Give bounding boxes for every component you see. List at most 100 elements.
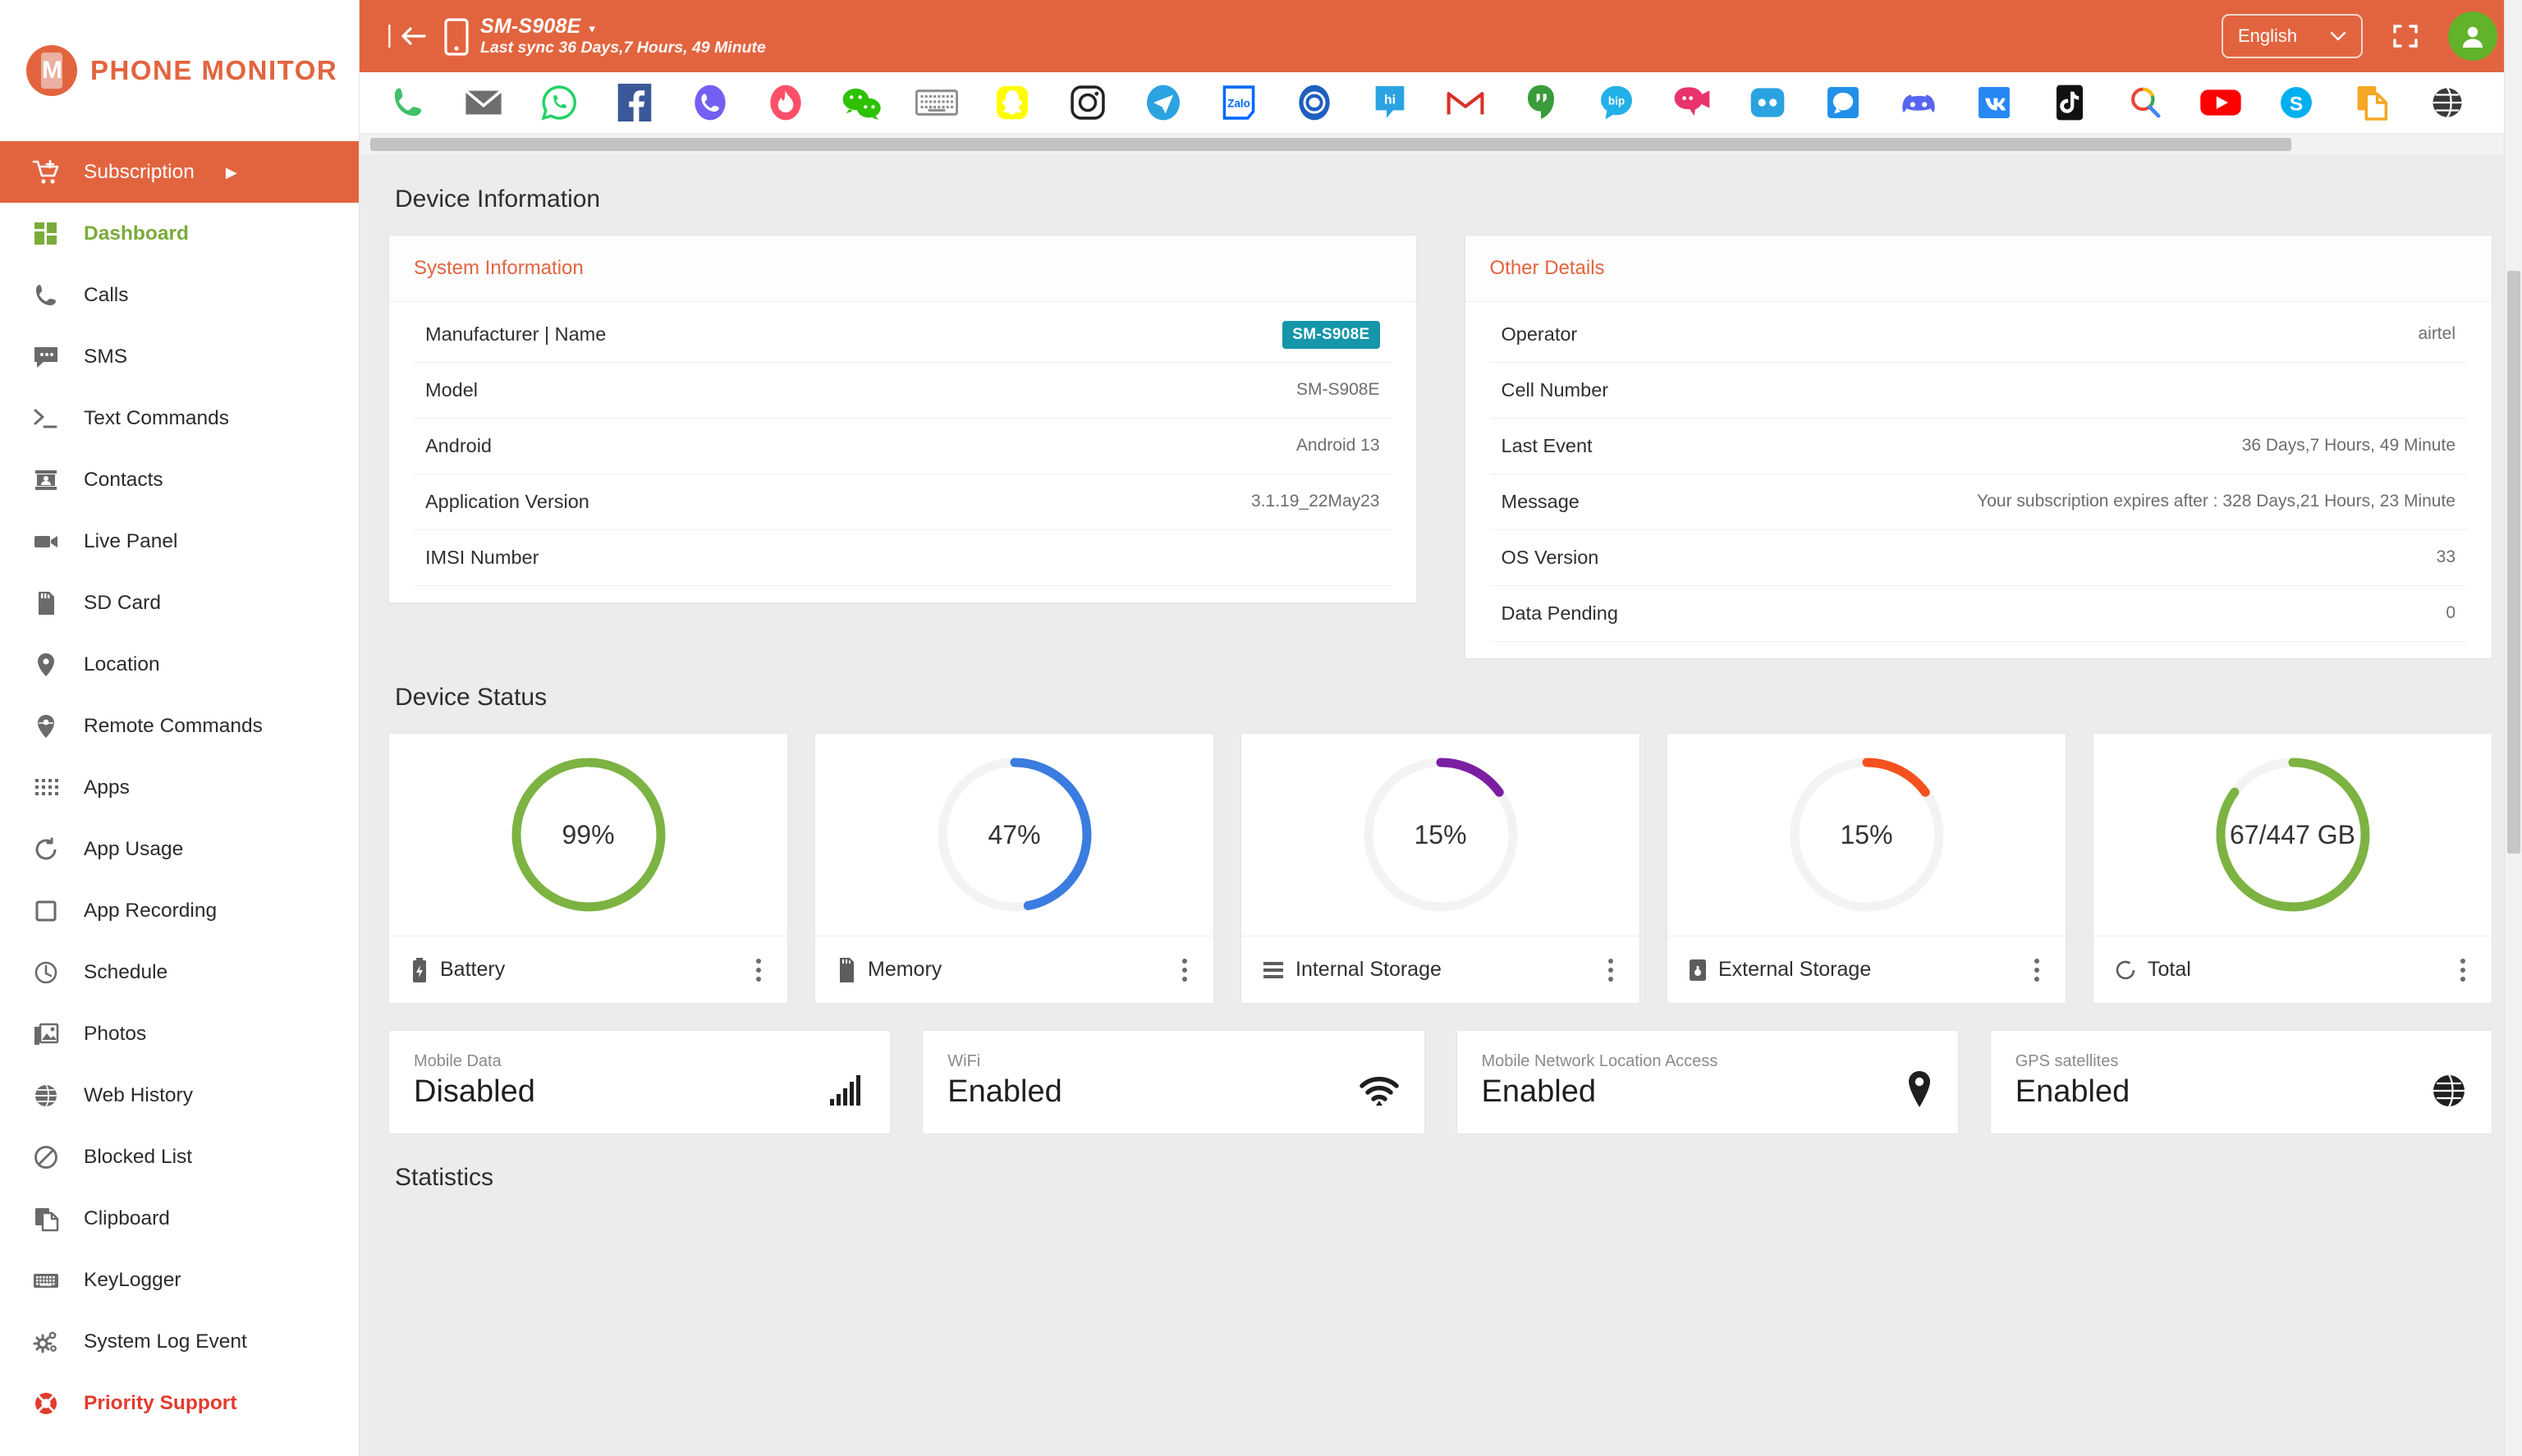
sidebar-item-photos[interactable]: Photos [0,1003,359,1065]
hangouts-app-icon[interactable] [1503,72,1579,133]
sidebar-item-live-panel[interactable]: Live Panel [0,511,359,572]
phone-device-icon [444,18,469,56]
other-details-card-header: Other Details [1465,236,2492,302]
status-card-footer: Internal Storage [1241,936,1639,1003]
status-card-footer: Total [2093,936,2492,1003]
fullscreen-icon[interactable] [2391,21,2420,51]
file-copy-app-icon[interactable] [2334,72,2410,133]
language-select[interactable]: English [2222,14,2363,58]
toggle-card-value: Enabled [2015,1074,2130,1109]
keyboard-app-icon[interactable] [899,72,974,133]
donut-chart-area: 47% [815,734,1213,936]
discord-app-icon[interactable] [1881,72,1956,133]
app-strip-scrollbar[interactable] [359,133,2522,154]
email-app-icon[interactable] [446,72,521,133]
sidebar-item-sms[interactable]: SMS [0,326,359,387]
info-row-key: Manufacturer | Name [425,323,607,345]
toggle-card-value: Disabled [414,1074,535,1109]
device-selector[interactable]: SM-S908E ▾ Last sync 36 Days,7 Hours, 49 … [444,15,766,57]
map-pin-icon [1905,1069,1933,1109]
sidebar-item-text-commands[interactable]: Text Commands [0,387,359,449]
info-row-value: 0 [2446,603,2456,623]
collapse-sidebar-icon[interactable] [378,21,444,51]
clock-icon [28,956,64,989]
other-details-card: Other Details Operator airtel Cell Number L… [1464,235,2492,659]
toggle-card-mobile-network-location-access: Mobile Network Location Access Enabled [1456,1030,1959,1134]
sidebar-item-app-recording[interactable]: App Recording [0,880,359,941]
google-search-app-icon[interactable] [2107,72,2183,133]
browser-app-icon[interactable] [2410,72,2485,133]
gmail-app-icon[interactable] [1428,72,1503,133]
toggle-card-mobile-data: Mobile Data Disabled [388,1030,892,1134]
sidebar-item-web-history[interactable]: Web History [0,1065,359,1126]
sidebar-item-contacts[interactable]: Contacts [0,449,359,511]
video-camera-icon [28,525,64,558]
instagram-app-icon[interactable] [1050,72,1126,133]
sidebar-item-system-log-event[interactable]: System Log Event [0,1311,359,1372]
page-vertical-scroll-thumb[interactable] [2507,271,2520,854]
info-row-key: Data Pending [1501,602,1618,624]
signal-app-icon[interactable] [1805,72,1881,133]
sidebar-item-app-usage[interactable]: App Usage [0,818,359,880]
snapchat-app-icon[interactable] [974,72,1050,133]
camfrog-app-icon[interactable] [1654,72,1730,133]
odnoklassniki-app-icon[interactable] [1730,72,1805,133]
sidebar-item-blocked-list[interactable]: Blocked List [0,1126,359,1188]
user-avatar-icon[interactable] [2448,11,2497,61]
sidebar-item-keylogger[interactable]: KeyLogger [0,1249,359,1311]
statistics-heading: Statistics [395,1163,494,1191]
sidebar-item-dashboard[interactable]: Dashboard [0,203,359,264]
tiktok-app-icon[interactable] [2032,72,2107,133]
imo-app-icon[interactable] [1277,72,1352,133]
sidebar-item-sd-card[interactable]: SD Card [0,572,359,634]
viber-app-icon[interactable] [672,72,748,133]
sidebar-item-label: Apps [84,776,130,799]
tinder-app-icon[interactable] [748,72,823,133]
skype-app-icon[interactable]: S [2258,72,2334,133]
info-row: Cell Number [1489,363,2467,419]
status-card-footer: Memory [815,936,1213,1003]
status-card-menu-button[interactable] [1603,954,1618,987]
phone-app-icon[interactable] [370,72,446,133]
sidebar-item-calls[interactable]: Calls [0,264,359,326]
svg-text:S: S [2290,93,2303,115]
vk-app-icon[interactable] [1956,72,2032,133]
status-card-menu-button[interactable] [751,954,766,987]
battery-icon [410,957,429,983]
keyboard-icon [28,1264,64,1297]
status-card-total: 67/447 GB Total [2093,733,2492,1004]
system-information-rows: Manufacturer | Name SM-S908E Model SM-S908E… [389,302,1416,602]
sidebar-item-label: SMS [84,345,128,368]
status-card-menu-button[interactable] [2029,954,2044,987]
bip-app-icon[interactable]: bip [1579,72,1654,133]
sidebar-item-schedule[interactable]: Schedule [0,941,359,1003]
telegram-app-icon[interactable] [1126,72,1201,133]
sidebar-item-remote-commands[interactable]: Remote Commands [0,695,359,757]
brand-logo[interactable]: M PHONE MONITOR [0,0,359,141]
facebook-app-icon[interactable] [597,72,672,133]
info-row: Android Android 13 [414,419,1392,474]
app-icon-strip[interactable]: Zalo hi bip S [359,72,2522,133]
zalo-app-icon[interactable]: Zalo [1201,72,1277,133]
toggle-card-caption: GPS satellites [2015,1052,2119,1070]
sidebar-item-location[interactable]: Location [0,634,359,695]
hike-app-icon[interactable]: hi [1352,72,1428,133]
sidebar-item-clipboard[interactable]: Clipboard [0,1188,359,1249]
status-card-label: Internal Storage [1295,958,1442,981]
youtube-app-icon[interactable] [2183,72,2258,133]
page-vertical-scrollbar[interactable] [2504,0,2522,1456]
info-row: Application Version 3.1.19_22May23 [414,474,1392,530]
sidebar-item-priority-support[interactable]: Priority Support [0,1372,359,1434]
cart-plus-icon [28,156,64,189]
info-row-value: Android 13 [1295,436,1380,456]
sidebar-item-subscription[interactable]: Subscription ▶ [0,141,359,203]
status-card-menu-button[interactable] [2456,954,2470,987]
whatsapp-app-icon[interactable] [521,72,597,133]
chevron-down-icon[interactable]: ▾ [589,22,596,36]
status-card-menu-button[interactable] [1177,954,1192,987]
info-row-key: Model [425,379,479,401]
globe-icon [2431,1073,2467,1109]
app-strip-scroll-thumb[interactable] [370,138,2291,151]
sidebar-item-apps[interactable]: Apps [0,757,359,818]
wechat-app-icon[interactable] [823,72,899,133]
